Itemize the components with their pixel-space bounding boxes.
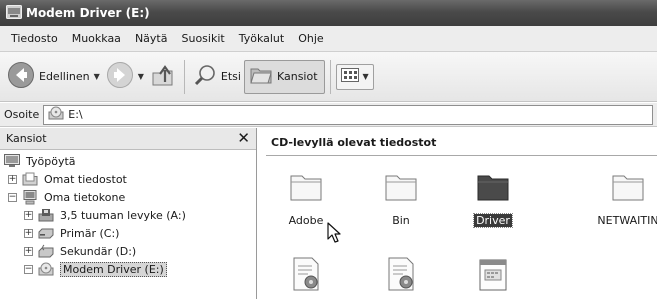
title-bar[interactable]: Modem Driver (E:) xyxy=(0,0,657,26)
tree-item-label: Modem Driver (E:) xyxy=(60,261,167,277)
tree-item-my-computer[interactable]: − Oma tietokone xyxy=(0,188,256,206)
folders-button[interactable]: Kansiot xyxy=(243,59,325,94)
search-icon xyxy=(193,63,217,90)
expand-icon[interactable]: + xyxy=(24,228,33,238)
cd-drive-icon xyxy=(48,106,64,123)
folders-pane-title: Kansiot xyxy=(6,132,47,145)
collapse-icon[interactable]: − xyxy=(8,192,17,202)
toolbar-separator xyxy=(183,59,185,94)
tree-item-label: Omat tiedostot xyxy=(44,172,127,186)
tree-item-desktop[interactable]: Työpöytä xyxy=(0,152,256,170)
file-name: Adobe xyxy=(288,214,324,227)
address-label: Osoite xyxy=(4,108,40,121)
menu-tools[interactable]: Työkalut xyxy=(232,32,292,45)
address-value: E:\ xyxy=(68,108,83,121)
toolbar: Edellinen ▼ ▼ Etsi Kansiot ▼ xyxy=(0,52,657,102)
hard-drive-icon xyxy=(38,243,56,259)
tree-item-label: Työpöytä xyxy=(26,154,76,168)
tree-item-label: Oma tietokone xyxy=(44,190,126,204)
folder-icon xyxy=(583,172,657,205)
tree-item-label: Sekundär (D:) xyxy=(60,244,137,258)
menu-file[interactable]: Tiedosto xyxy=(4,32,65,45)
file-name: Driver xyxy=(473,213,513,228)
content-pane: CD-levyllä olevat tiedostot Adobe Bin Dr… xyxy=(258,128,657,299)
menu-help[interactable]: Ohje xyxy=(291,32,330,45)
setup-document-icon xyxy=(356,256,446,295)
forward-arrow-icon xyxy=(106,61,134,92)
back-button-label: Edellinen xyxy=(39,70,90,83)
setup-document-icon xyxy=(261,256,351,295)
address-bar: Osoite E:\ xyxy=(0,103,657,127)
file-name: Bin xyxy=(392,214,410,227)
menu-view[interactable]: Näytä xyxy=(128,32,175,45)
menu-favorites[interactable]: Suosikit xyxy=(174,32,231,45)
tree-item-drive-c[interactable]: + Primär (C:) xyxy=(0,224,256,242)
up-folder-button[interactable] xyxy=(147,60,179,94)
file-item-setup-1[interactable] xyxy=(261,256,351,295)
window-title: Modem Driver (E:) xyxy=(26,6,150,20)
back-arrow-icon xyxy=(7,61,35,92)
expand-icon[interactable]: + xyxy=(24,246,33,256)
mouse-pointer-icon xyxy=(327,222,343,247)
folders-pane-header: Kansiot ✕ xyxy=(0,128,256,150)
address-input[interactable]: E:\ xyxy=(43,104,653,125)
folder-tree: Työpöytä + Omat tiedostot − Oma tietokon… xyxy=(0,150,256,278)
back-button[interactable]: Edellinen ▼ xyxy=(4,60,103,94)
floppy-drive-icon xyxy=(38,207,56,223)
views-button[interactable]: ▼ xyxy=(335,63,374,90)
collapse-icon[interactable]: − xyxy=(24,264,33,274)
tree-item-drive-d[interactable]: + Sekundär (D:) xyxy=(0,242,256,260)
file-item-driver[interactable]: Driver xyxy=(448,172,538,228)
content-heading: CD-levyllä olevat tiedostot xyxy=(271,136,437,149)
search-button[interactable]: Etsi xyxy=(190,60,244,94)
cd-drive-icon xyxy=(38,261,56,277)
folders-icon xyxy=(249,64,273,89)
tree-item-my-documents[interactable]: + Omat tiedostot xyxy=(0,170,256,188)
forward-dropdown-icon[interactable]: ▼ xyxy=(138,72,144,81)
toolbar-separator xyxy=(329,59,331,94)
file-item-application[interactable] xyxy=(448,258,538,295)
menu-edit[interactable]: Muokkaa xyxy=(65,32,128,45)
hard-drive-icon xyxy=(38,225,56,241)
file-name: NETWAITIN xyxy=(597,214,657,227)
expand-icon[interactable]: + xyxy=(24,210,33,220)
computer-icon xyxy=(22,189,40,205)
application-window-icon xyxy=(448,258,538,295)
search-button-label: Etsi xyxy=(220,70,241,83)
folder-icon xyxy=(356,172,446,205)
window-icon xyxy=(6,4,22,22)
up-folder-icon xyxy=(150,62,176,91)
tree-item-label: Primär (C:) xyxy=(60,226,120,240)
folders-pane: Kansiot ✕ Työpöytä + Omat tiedostot − Om… xyxy=(0,128,257,299)
back-dropdown-icon[interactable]: ▼ xyxy=(94,72,100,81)
views-grid-icon xyxy=(340,68,359,85)
tree-item-drive-e[interactable]: − Modem Driver (E:) xyxy=(0,260,256,278)
documents-folder-icon xyxy=(22,171,40,187)
desktop-icon xyxy=(4,153,22,169)
folder-icon xyxy=(261,172,351,205)
file-item-setup-2[interactable] xyxy=(356,256,446,295)
expand-icon[interactable]: + xyxy=(8,174,17,184)
file-item-netwaitin[interactable]: NETWAITIN xyxy=(583,172,657,227)
tree-item-label: 3,5 tuuman levyke (A:) xyxy=(60,208,186,222)
folder-icon xyxy=(448,172,538,205)
heading-divider xyxy=(266,155,657,156)
close-icon[interactable]: ✕ xyxy=(237,131,250,146)
folders-button-label: Kansiot xyxy=(276,70,318,83)
views-dropdown-icon: ▼ xyxy=(362,72,369,81)
tree-item-floppy-a[interactable]: + 3,5 tuuman levyke (A:) xyxy=(0,206,256,224)
menu-bar: Tiedosto Muokkaa Näytä Suosikit Työkalut… xyxy=(0,26,657,52)
file-item-adobe[interactable]: Adobe xyxy=(261,172,351,227)
file-item-bin[interactable]: Bin xyxy=(356,172,446,227)
forward-button[interactable]: ▼ xyxy=(103,60,147,94)
